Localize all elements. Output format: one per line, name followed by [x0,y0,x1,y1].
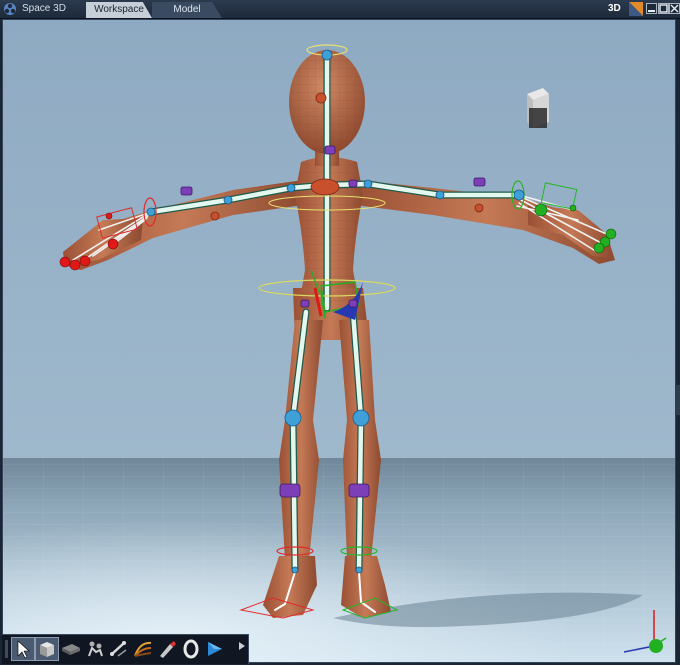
tool-object-button[interactable] [35,637,59,661]
app-window: Space 3D Workspace Model 3D [0,0,680,664]
minimize-icon [648,10,655,12]
plane-icon [62,644,80,655]
joint-head-center[interactable] [315,92,327,104]
tab-model[interactable]: Model [152,2,222,18]
joint-left-wrist[interactable] [146,207,156,217]
joint-left-knee[interactable] [284,409,302,427]
wave-icon [134,641,152,657]
ctrl-neck[interactable] [324,145,336,155]
ctrl-right-hip[interactable] [348,299,358,308]
ring-icon [183,639,199,659]
minimize-button[interactable] [646,3,657,14]
left-fingertip-2[interactable] [69,259,81,271]
scene-canvas[interactable] [3,20,676,663]
render-icon [208,642,222,656]
ctrl-right-shoulder[interactable] [473,177,486,187]
bones-icon [110,641,127,657]
joint-left-shoulder[interactable] [286,183,296,193]
maximize-icon [659,4,668,13]
skeleton-icon [88,641,103,657]
joint-right-shoulder[interactable] [363,179,373,189]
tool-bones-button[interactable] [108,638,130,660]
view-orientation-icon[interactable] [629,2,643,16]
app-title: Space 3D [22,3,66,14]
paint-icon [160,641,176,658]
tool-render-button[interactable] [204,638,226,660]
toolbar-grip-icon[interactable] [4,638,9,660]
joint-left-elbow[interactable] [223,195,233,205]
joint-right-elbow[interactable] [435,190,445,200]
ctrl-left-clavicle[interactable] [348,179,358,188]
tool-skeleton-button[interactable] [84,638,106,660]
axis-gizmo[interactable] [620,604,670,658]
right-fingertip-3[interactable] [593,242,605,254]
tab-workspace[interactable]: Workspace [86,2,152,18]
left-finger-knuckle[interactable] [105,212,113,220]
close-button[interactable] [669,3,680,14]
ctrl-left-shoulder[interactable] [180,186,193,196]
joint-right-ankle[interactable] [355,566,363,574]
left-fingertip-3[interactable] [79,255,91,267]
close-icon [670,4,679,13]
joint-head-top[interactable] [321,49,333,61]
tool-select-button[interactable] [11,637,35,661]
title-bar: Space 3D Workspace Model 3D [0,0,680,19]
ctrl-left-thigh[interactable] [279,483,301,498]
joint-chest[interactable] [310,178,340,196]
left-fingertip-4[interactable] [107,238,119,250]
joint-left-ankle[interactable] [291,566,299,574]
chevron-right-icon [239,642,245,650]
toolbar-expand-button[interactable] [238,639,246,659]
viewport-3d[interactable] [2,19,676,663]
select-arrow-icon [17,640,30,659]
tool-wave-button[interactable] [132,638,154,660]
floor-highlight [3,458,675,662]
app-logo-icon [4,3,16,15]
joint-right-forearm[interactable] [474,203,484,213]
viewport-scroll-handle[interactable] [675,385,680,415]
right-fingertip-4[interactable] [534,203,548,217]
tool-plane-button[interactable] [60,638,82,660]
ctrl-left-hip[interactable] [300,299,310,308]
cube-icon [40,642,54,657]
tool-paint-button[interactable] [156,638,178,660]
tool-ring-button[interactable] [180,638,202,660]
bottom-toolbar [2,634,249,664]
cube-object[interactable] [527,88,549,128]
right-finger-knuckle[interactable] [569,204,577,212]
left-fingertip-1[interactable] [59,256,71,268]
maximize-button[interactable] [658,3,669,14]
joint-left-forearm[interactable] [210,211,220,221]
view-mode-label[interactable]: 3D [608,2,630,16]
joint-right-knee[interactable] [352,409,370,427]
ctrl-right-thigh[interactable] [348,483,370,498]
joint-right-wrist[interactable] [513,189,525,201]
